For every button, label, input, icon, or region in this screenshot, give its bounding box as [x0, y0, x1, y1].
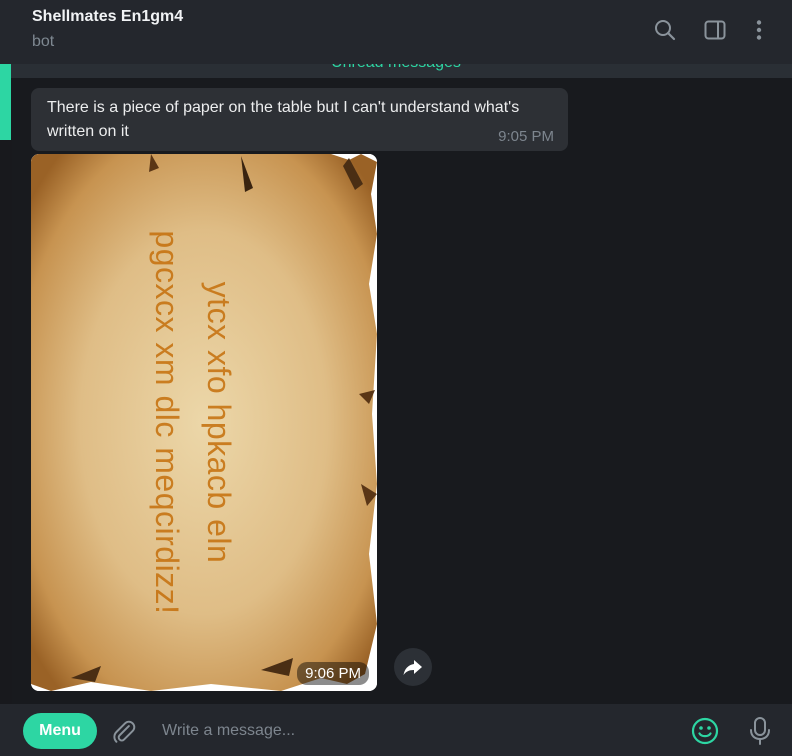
- forward-button[interactable]: [394, 648, 432, 686]
- search-icon[interactable]: [653, 18, 677, 42]
- cipher-line-1: ytcx xfo hpkacb eln: [201, 281, 237, 564]
- microphone-icon[interactable]: [747, 716, 773, 746]
- chat-title[interactable]: Shellmates En1gm4: [32, 8, 183, 26]
- more-vertical-icon[interactable]: [747, 18, 771, 42]
- selection-accent: [0, 64, 11, 140]
- message-bubble[interactable]: There is a piece of paper on the table b…: [31, 88, 568, 151]
- cipher-text-block: ytcx xfo hpkacb eln pgcxcx xm dlc meqcir…: [31, 154, 377, 691]
- message-time: 9:05 PM: [498, 128, 554, 145]
- unread-label: Unread messages: [0, 64, 792, 72]
- forward-icon: [403, 660, 422, 675]
- menu-button[interactable]: Menu: [23, 713, 97, 749]
- chat-area[interactable]: Unread messages There is a piece of pape…: [0, 64, 792, 704]
- attach-icon[interactable]: [111, 719, 137, 745]
- photo-time: 9:06 PM: [297, 662, 369, 685]
- sidebar-panel-icon[interactable]: [703, 18, 727, 42]
- cipher-line-2: pgcxcx xm dlc meqcirdizz!: [149, 230, 185, 615]
- emoji-icon[interactable]: [690, 716, 720, 746]
- photo-message[interactable]: ytcx xfo hpkacb eln pgcxcx xm dlc meqcir…: [31, 154, 377, 691]
- message-input[interactable]: [160, 718, 664, 744]
- chat-header: Shellmates En1gm4 bot: [0, 0, 792, 64]
- chat-subtitle: bot: [32, 33, 55, 50]
- unread-divider: Unread messages: [0, 64, 792, 78]
- message-text: There is a piece of paper on the table b…: [47, 99, 520, 140]
- composer: Menu: [0, 704, 792, 756]
